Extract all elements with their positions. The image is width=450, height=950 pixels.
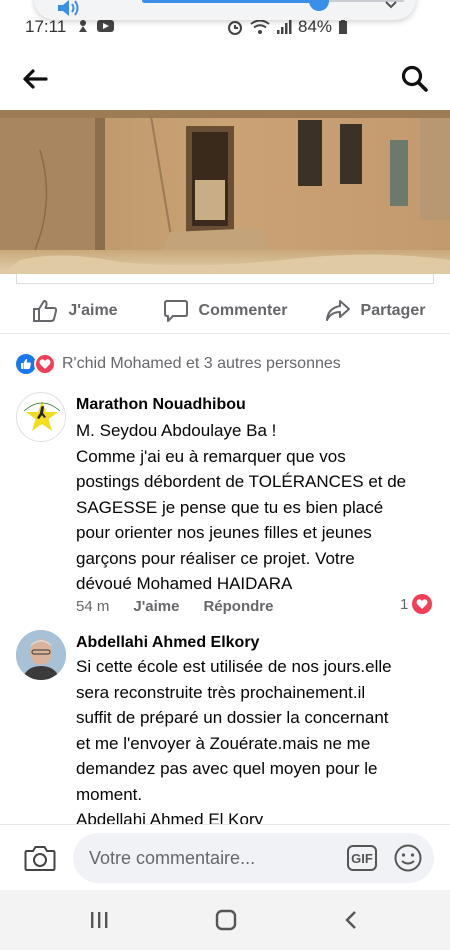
comment-item: Marathon Nouadhibou M. Seydou Abdoulaye …: [0, 390, 450, 620]
volume-slider-knob[interactable]: [309, 0, 329, 11]
recents-icon[interactable]: [88, 910, 110, 930]
avatar[interactable]: [16, 630, 66, 680]
signal-icon: [277, 20, 292, 34]
status-time: 17:11: [25, 17, 67, 36]
user-photo: [16, 630, 66, 680]
comment-line: pour orienter nos jeunes filles et jeune…: [76, 523, 372, 542]
gif-label: GIF: [351, 850, 373, 866]
comment-line: sera reconstruite très prochainement.il: [76, 682, 366, 702]
photo-frame: [16, 274, 434, 284]
battery-icon: [339, 19, 348, 34]
comment-composer: GIF: [0, 824, 450, 890]
marathon-logo: [18, 394, 65, 441]
comment-button[interactable]: Commenter: [150, 288, 300, 333]
share-label: Partager: [360, 301, 426, 319]
gif-button[interactable]: GIF: [347, 845, 377, 871]
love-reaction-icon: [34, 353, 56, 375]
app-bar: [0, 50, 450, 108]
comment-author[interactable]: Abdellahi Ahmed Elkory: [76, 634, 259, 652]
battery-percent: 84%: [298, 17, 333, 36]
reactions-summary[interactable]: R'chid Mohamed et 3 autres personnes: [16, 352, 341, 376]
comment-line: garçons pour réaliser ce projet. Votre: [76, 548, 355, 568]
like-icon: [33, 299, 58, 322]
comment-like-button[interactable]: J'aime: [133, 598, 179, 615]
comment-line: Comme j'ai eu à remarquer que vos: [76, 446, 346, 466]
avatar[interactable]: [16, 392, 66, 442]
comment-line: demandez pas avec quel moyen pour le: [76, 759, 378, 778]
reactions-text: R'chid Mohamed et 3 autres personnes: [62, 355, 341, 372]
comment-author[interactable]: Marathon Nouadhibou: [76, 396, 246, 414]
comment-line: suffit de préparé un dossier la concerna…: [76, 708, 389, 727]
school-building-image: [0, 110, 450, 274]
status-right: 84%: [226, 17, 348, 37]
comment-line: SAGESSE je pense que tu es bien placé: [76, 497, 384, 517]
comment-icon: [163, 299, 188, 322]
comment-time: 54 m: [76, 598, 110, 615]
comment-item: Abdellahi Ahmed Elkory Si cette école es…: [0, 630, 450, 824]
notification-icons: [77, 18, 117, 39]
comment-line: Si cette école est utilisée de nos jours…: [76, 657, 392, 676]
back-arrow-icon[interactable]: [22, 68, 48, 90]
camera-icon[interactable]: [24, 844, 56, 872]
post-actions: J'aime Commenter Partager: [0, 288, 450, 334]
love-reaction-icon: [412, 594, 433, 614]
volume-icon[interactable]: [56, 0, 82, 18]
system-navigation-bar: [0, 890, 450, 950]
reaction-count: 1: [400, 595, 409, 613]
comment-text: M. Seydou Abdoulaye Ba ! Comme j'ai eu à…: [76, 418, 436, 597]
home-icon[interactable]: [214, 909, 238, 931]
like-label: J'aime: [68, 301, 118, 319]
comment-line: dévoué Mohamed HAIDARA: [76, 574, 293, 593]
comment-input[interactable]: [73, 833, 434, 883]
comment-line: et me l'envoyer à Zouérate.mais ne me: [76, 733, 371, 753]
wifi-icon: [250, 19, 270, 34]
comment-line: M. Seydou Abdoulaye Ba !: [76, 421, 277, 440]
comment-line: moment.: [76, 784, 143, 804]
share-button[interactable]: Partager: [300, 288, 450, 333]
search-icon[interactable]: [400, 64, 430, 94]
back-icon[interactable]: [342, 910, 360, 930]
alarm-icon: [228, 21, 242, 35]
volume-panel[interactable]: [34, 0, 416, 20]
share-icon: [325, 299, 350, 321]
like-reaction-icon: [16, 354, 36, 374]
like-button[interactable]: J'aime: [0, 288, 150, 333]
volume-level: [142, 0, 320, 3]
comment-meta: 54 m J'aime Répondre: [76, 598, 273, 615]
post-photo[interactable]: [0, 110, 450, 274]
emoji-icon[interactable]: [393, 843, 423, 873]
comment-line: postings débordent de TOLÉRANCES et de: [76, 472, 407, 491]
comment-text: Si cette école est utilisée de nos jours…: [76, 654, 436, 824]
chevron-down-icon[interactable]: [384, 0, 398, 10]
comment-label: Commenter: [198, 301, 288, 319]
comment-reply-button[interactable]: Répondre: [203, 598, 273, 615]
comment-reaction-count[interactable]: 1: [400, 594, 433, 614]
comment-line: Abdellahi Ahmed El Kory: [76, 810, 264, 824]
